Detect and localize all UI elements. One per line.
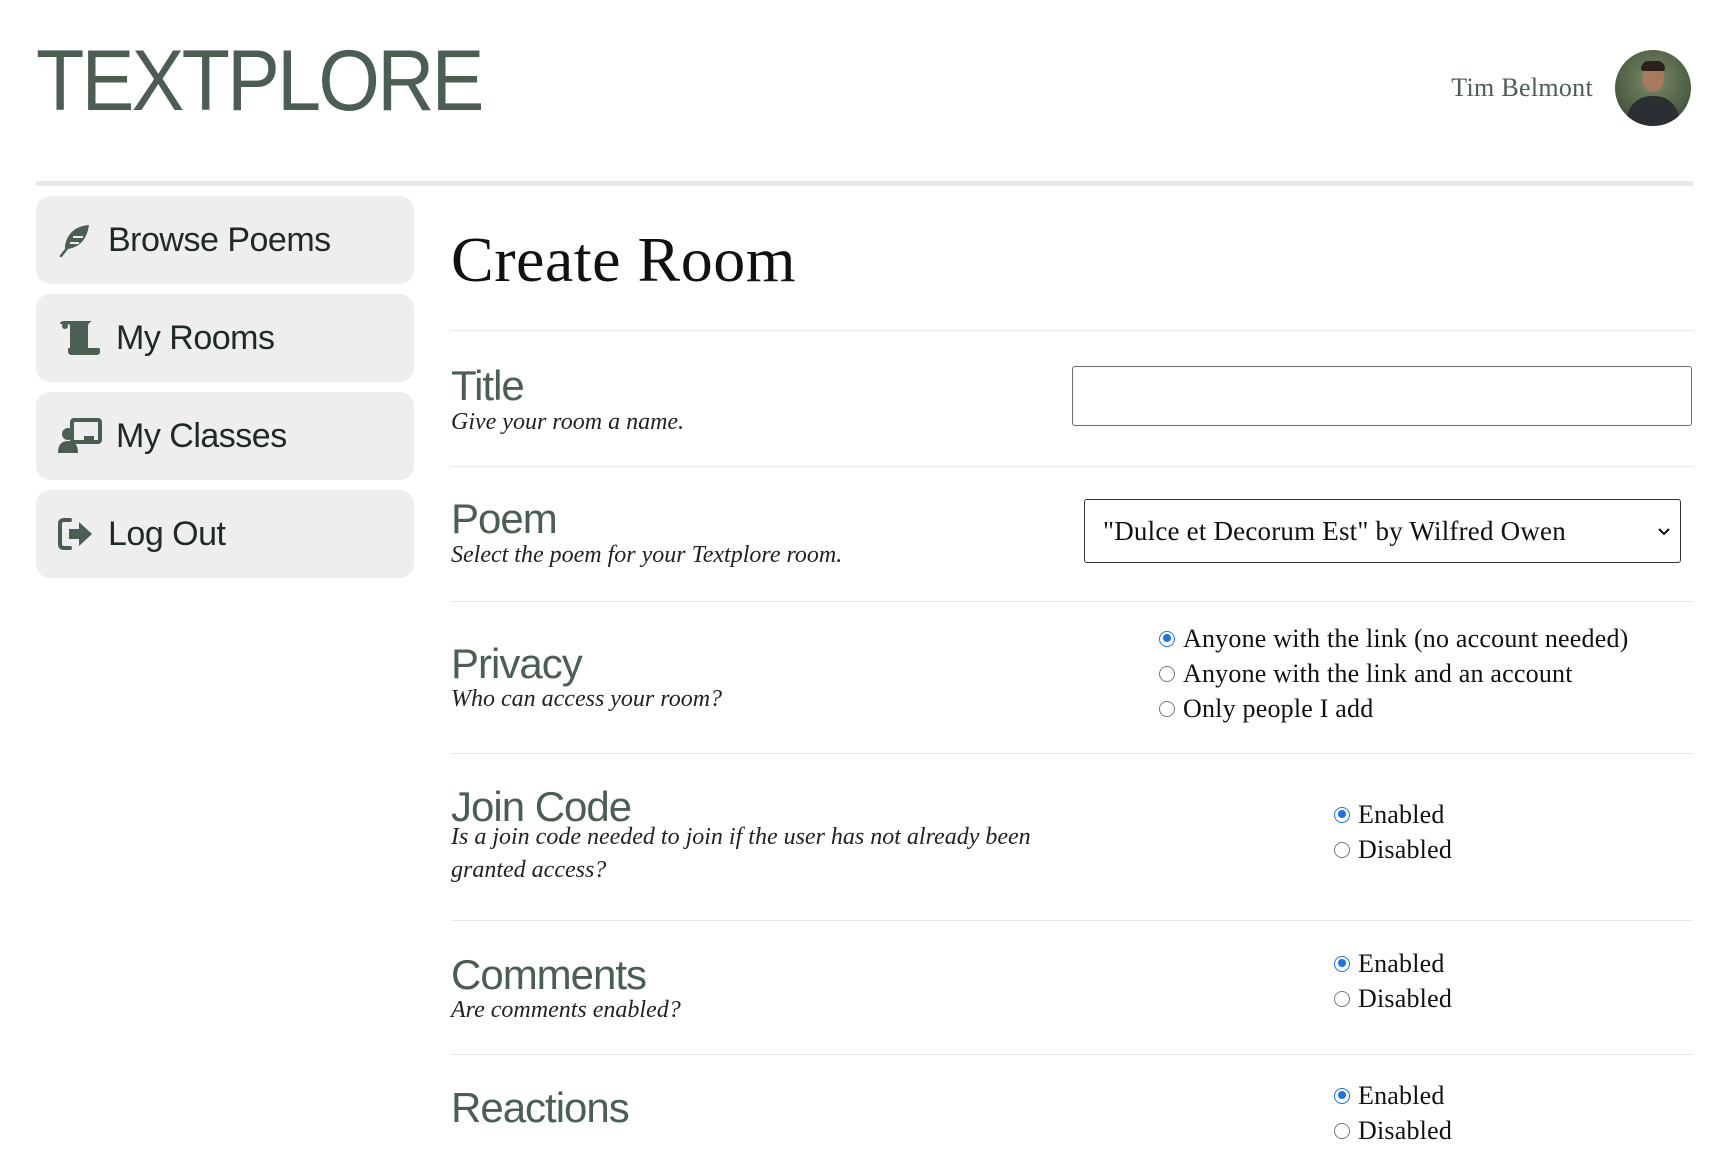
radio-label: Enabled — [1358, 799, 1445, 829]
avatar-body — [1627, 96, 1679, 126]
reactions-radio-group: Enabled Disabled — [1334, 1078, 1452, 1148]
radio-label: Disabled — [1358, 983, 1453, 1013]
comments-row: Comments Are comments enabled? Enabled D… — [451, 920, 1693, 1055]
scroll-icon — [60, 321, 100, 355]
radio-button[interactable] — [1334, 1122, 1350, 1139]
radio-button[interactable] — [1159, 665, 1175, 682]
comments-radio-group: Enabled Disabled — [1334, 946, 1452, 1016]
radio-button[interactable] — [1334, 1087, 1350, 1104]
radio-label: Anyone with the link (no account needed) — [1183, 623, 1629, 653]
radio-label: Disabled — [1358, 834, 1453, 864]
join-code-description: Is a join code needed to join if the use… — [451, 824, 1031, 883]
poem-label: Poem — [451, 495, 558, 542]
radio-button[interactable] — [1334, 990, 1350, 1007]
header: TEXTPLORE Tim Belmont — [0, 0, 1725, 190]
radio-label: Enabled — [1358, 948, 1445, 978]
privacy-option-only-people-i-add[interactable]: Only people I add — [1159, 691, 1629, 726]
feather-icon — [59, 225, 89, 258]
radio-label: Disabled — [1358, 1115, 1453, 1145]
poem-description: Select the poem for your Textplore room. — [451, 542, 843, 568]
privacy-row: Privacy Who can access your room? Anyone… — [451, 601, 1693, 754]
join-code-radio-group: Enabled Disabled — [1334, 797, 1452, 867]
radio-button[interactable] — [1334, 841, 1350, 858]
main-content: Create Room Title Give your room a name.… — [451, 196, 1693, 1145]
header-divider — [36, 181, 1693, 186]
sidebar-item-my-classes[interactable]: My Classes — [36, 392, 414, 480]
sidebar-item-browse-poems[interactable]: Browse Poems — [36, 196, 414, 284]
comments-option-disabled[interactable]: Disabled — [1334, 981, 1452, 1016]
join-code-row: Join Code Is a join code needed to join … — [451, 753, 1693, 921]
radio-button[interactable] — [1334, 806, 1350, 823]
comments-label: Comments — [451, 951, 647, 998]
privacy-description: Who can access your room? — [451, 686, 723, 712]
title-description: Give your room a name. — [451, 409, 685, 435]
poem-select[interactable]: "Dulce et Decorum Est" by Wilfred Owen — [1084, 499, 1681, 563]
radio-label: Enabled — [1358, 1080, 1445, 1110]
reactions-option-enabled[interactable]: Enabled — [1334, 1078, 1452, 1113]
sidebar-item-label: Log Out — [108, 514, 226, 553]
privacy-radio-group: Anyone with the link (no account needed)… — [1159, 621, 1629, 726]
comments-option-enabled[interactable]: Enabled — [1334, 946, 1452, 981]
user-name[interactable]: Tim Belmont — [1451, 73, 1593, 103]
logout-icon — [58, 518, 92, 550]
sidebar-item-log-out[interactable]: Log Out — [36, 490, 414, 578]
sidebar-item-label: My Classes — [116, 416, 287, 455]
user-menu[interactable]: Tim Belmont — [1451, 50, 1691, 126]
radio-button[interactable] — [1159, 700, 1175, 717]
privacy-label: Privacy — [451, 640, 583, 687]
page-title: Create Room — [451, 224, 796, 295]
title-label: Title — [451, 362, 525, 409]
sidebar: Browse Poems My Rooms My Classes Log Out — [36, 196, 414, 588]
app-logo[interactable]: TEXTPLORE — [36, 38, 484, 124]
title-input[interactable] — [1072, 366, 1692, 426]
radio-label: Only people I add — [1183, 693, 1374, 723]
comments-description: Are comments enabled? — [451, 997, 681, 1023]
privacy-option-anyone-with-account[interactable]: Anyone with the link and an account — [1159, 656, 1629, 691]
sidebar-item-my-rooms[interactable]: My Rooms — [36, 294, 414, 382]
avatar-hair — [1641, 61, 1665, 71]
sidebar-item-label: Browse Poems — [108, 220, 331, 259]
chevron-down-icon — [1658, 528, 1670, 536]
radio-button[interactable] — [1159, 630, 1175, 647]
reactions-label: Reactions — [451, 1084, 630, 1131]
radio-button[interactable] — [1334, 955, 1350, 972]
join-code-option-enabled[interactable]: Enabled — [1334, 797, 1452, 832]
sidebar-item-label: My Rooms — [116, 318, 275, 357]
teacher-board-icon — [58, 418, 102, 453]
poem-select-value: "Dulce et Decorum Est" by Wilfred Owen — [1103, 515, 1566, 546]
join-code-option-disabled[interactable]: Disabled — [1334, 832, 1452, 867]
privacy-option-anyone-no-account[interactable]: Anyone with the link (no account needed) — [1159, 621, 1629, 656]
reactions-option-disabled[interactable]: Disabled — [1334, 1113, 1452, 1148]
avatar[interactable] — [1615, 50, 1691, 126]
reactions-row: Reactions Enabled Disabled — [451, 1054, 1693, 1174]
radio-label: Anyone with the link and an account — [1183, 658, 1573, 688]
